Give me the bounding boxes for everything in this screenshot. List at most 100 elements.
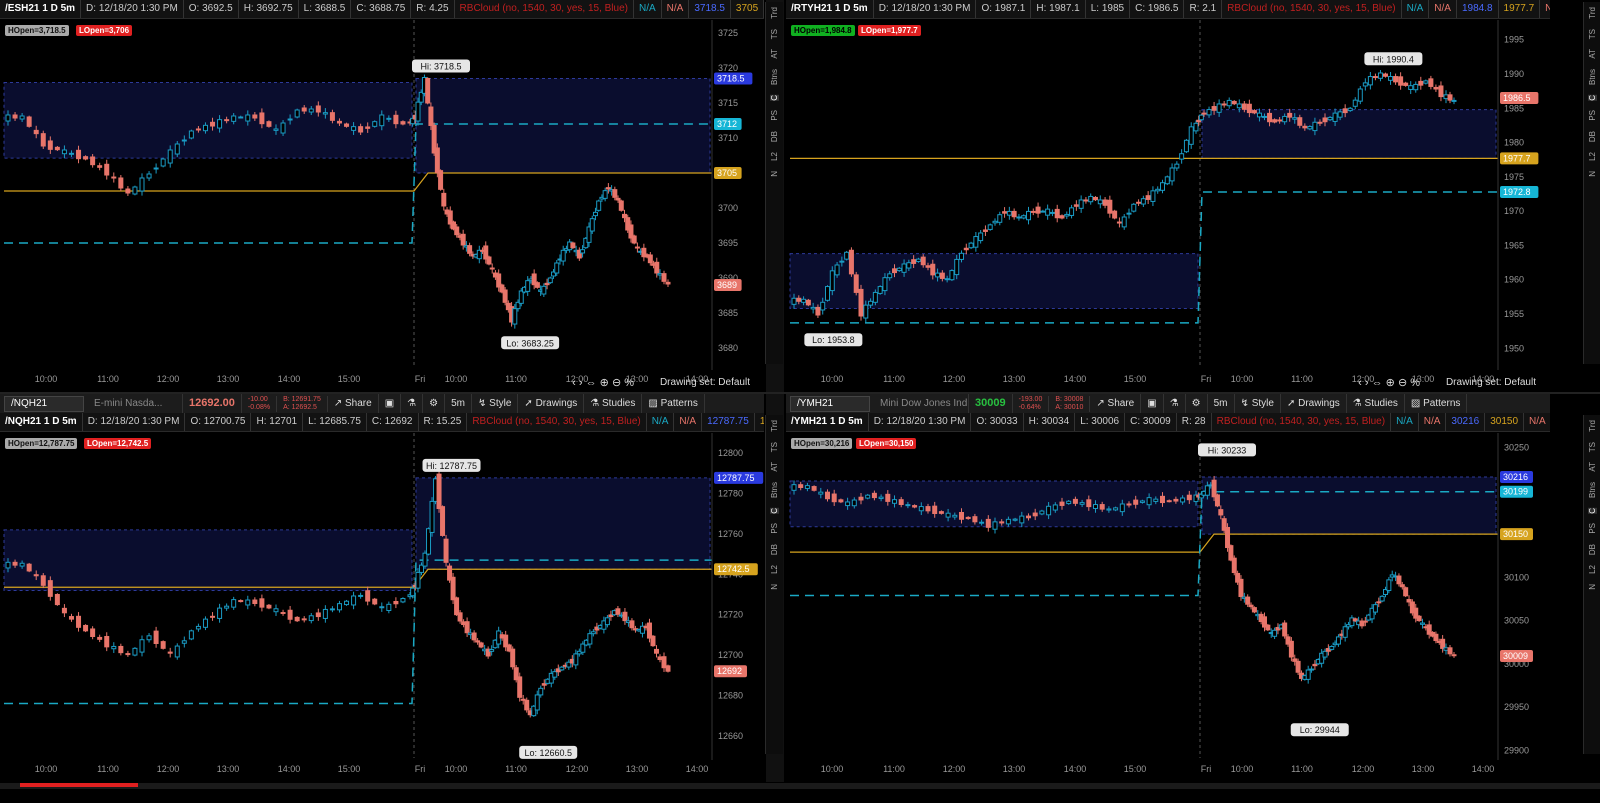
chart-symbol[interactable]: /ESH21 1 D 5m (0, 0, 82, 18)
candle (280, 609, 286, 616)
sidebar-tab-n[interactable]: N (1588, 584, 1597, 590)
sidebar-tab-at[interactable]: AT (1588, 462, 1597, 472)
symbol-selector[interactable]: /YMH21 (790, 395, 870, 412)
sidebar-tab-c[interactable]: C (770, 507, 779, 514)
ohlc-r: R: 2.1 (1184, 0, 1223, 18)
chart-pane-ym[interactable]: /YMH21 Mini Dow Jones Ind... 30009 -193.00-… (786, 394, 1550, 782)
sidebar-tab-c[interactable]: C (1588, 94, 1597, 101)
candle (1121, 214, 1127, 230)
flask-button[interactable]: ⚗ (1164, 394, 1186, 413)
share-button[interactable]: ↗ Share (1090, 394, 1142, 413)
sidebar-tab-ts[interactable]: TS (1588, 29, 1597, 39)
sidebar-tab-ts[interactable]: TS (770, 442, 779, 452)
candle (1438, 81, 1444, 102)
candle (40, 573, 46, 589)
style-menu[interactable]: ↯ Style (472, 394, 519, 413)
sidebar-tab-at[interactable]: AT (770, 462, 779, 472)
dock-button[interactable]: ▣ (379, 394, 402, 413)
y-axis-tick: 3685 (718, 308, 738, 318)
price-chart[interactable]: Hi: 12787.75 Lo: 12660.5 12800 12780 12760 12… (0, 433, 764, 782)
sidebar-tab-l2[interactable]: L2 (770, 565, 779, 574)
sidebar-tab-l2[interactable]: L2 (1588, 565, 1597, 574)
sidebar-tab-btns[interactable]: Btns (1588, 69, 1597, 85)
gear-button[interactable]: ⚙ (1186, 394, 1208, 413)
svg-text:30150: 30150 (1503, 529, 1528, 539)
sidebar-tab-c[interactable]: C (1588, 507, 1597, 514)
style-icon: ↯ (478, 398, 490, 409)
x-axis-tick: 14:00 (686, 764, 709, 774)
chart-symbol[interactable]: /YMH21 1 D 5m (786, 413, 869, 431)
chart-pane-rty[interactable]: /RTYH21 1 D 5m D: 12/18/20 1:30 PM O: 1987… (786, 0, 1550, 392)
candle (1357, 86, 1363, 105)
sidebar-tab-db[interactable]: DB (1588, 131, 1597, 142)
sidebar-tab-ps[interactable]: PS (1588, 523, 1597, 534)
price-chart[interactable]: Hi: 1990.4 Lo: 1953.8 1995 1990 1985 1980 1975… (786, 20, 1550, 392)
sidebar-tab-ps[interactable]: PS (770, 523, 779, 534)
svg-text:Hi: 1990.4: Hi: 1990.4 (1373, 54, 1414, 64)
studies-menu-label: Studies (602, 398, 636, 409)
drawing-set-label[interactable]: Drawing set: Default (1446, 377, 1536, 388)
price-tag: 12742.5 (714, 563, 758, 576)
chart-pane-nq[interactable]: /NQH21 E-mini Nasda... 12692.00 -10.00 -0.08… (0, 394, 764, 782)
chart-pane-es[interactable]: /ESH21 1 D 5m D: 12/18/20 1:30 PM O: 3692.… (0, 0, 764, 392)
studies-menu[interactable]: ⚗ Studies (1347, 394, 1405, 413)
patterns-menu[interactable]: ▨ Patterns (642, 394, 705, 413)
sidebar-tab-ts[interactable]: TS (1588, 442, 1597, 452)
style-menu[interactable]: ↯ Style (1235, 394, 1281, 413)
candle (541, 283, 547, 297)
y-axis-tick: 1995 (1504, 35, 1524, 45)
sidebar-tab-n[interactable]: N (1588, 171, 1597, 177)
chart-sidebar: Trd TS AT Btns C PS DB L2 N (765, 415, 783, 754)
sidebar-tab-c[interactable]: C (770, 94, 779, 101)
price-chart[interactable]: Hi: 30233Lo: 299443025030200301503010030… (786, 433, 1550, 782)
dock-button[interactable]: ▣ (1141, 394, 1164, 413)
sidebar-tab-ps[interactable]: PS (770, 110, 779, 121)
interval-selector-label: 5m (451, 398, 465, 409)
sidebar-tab-trd[interactable]: Trd (1588, 7, 1597, 19)
sidebar-tab-at[interactable]: AT (1588, 49, 1597, 59)
interval-selector[interactable]: 5m (1208, 394, 1235, 413)
horizontal-splitter[interactable] (0, 392, 1600, 394)
sidebar-tab-n[interactable]: N (770, 171, 779, 177)
sidebar-tab-l2[interactable]: L2 (1588, 152, 1597, 161)
sidebar-tab-db[interactable]: DB (770, 544, 779, 555)
candle (877, 285, 883, 295)
sidebar-tab-l2[interactable]: L2 (770, 152, 779, 161)
candle (1164, 175, 1170, 186)
drawing-set-label[interactable]: Drawing set: Default (660, 377, 750, 388)
flask-button[interactable]: ⚗ (401, 394, 424, 413)
sidebar-tab-n[interactable]: N (770, 584, 779, 590)
sidebar-tab-btns[interactable]: Btns (770, 482, 779, 498)
gear-button[interactable]: ⚙ (423, 394, 446, 413)
drawings-menu[interactable]: ➚ Drawings (518, 394, 585, 413)
patterns-menu[interactable]: ▨ Patterns (1405, 394, 1468, 413)
zoom-tools[interactable]: ‹ › ⇔ ⊕ ⊖ % (572, 376, 634, 389)
sidebar-tab-btns[interactable]: Btns (1588, 482, 1597, 498)
sidebar-tab-trd[interactable]: Trd (1588, 420, 1597, 432)
candle (1226, 97, 1232, 109)
sidebar-tab-btns[interactable]: Btns (770, 69, 779, 85)
sidebar-tab-at[interactable]: AT (770, 49, 779, 59)
share-button[interactable]: ↗ Share (328, 394, 379, 413)
sidebar-tab-db[interactable]: DB (1588, 544, 1597, 555)
sidebar-tab-db[interactable]: DB (770, 131, 779, 142)
lopen-value: 30150 (1485, 413, 1525, 431)
sidebar-tab-trd[interactable]: Trd (770, 420, 779, 432)
symbol-selector[interactable]: /NQH21 (4, 395, 84, 412)
sidebar-tab-ps[interactable]: PS (1588, 110, 1597, 121)
candle (992, 218, 998, 226)
interval-selector[interactable]: 5m (445, 394, 472, 413)
price-chart[interactable]: Hi: 3718.5 Lo: 3683.25 3725 3720 3715 3710 370… (0, 20, 764, 392)
svg-text:12692: 12692 (717, 666, 742, 676)
candle (1039, 509, 1045, 516)
chart-time: D: 12/18/20 1:30 PM (874, 0, 977, 18)
zoom-tools[interactable]: ‹ › ⇔ ⊕ ⊖ % (1358, 376, 1420, 389)
drawings-menu[interactable]: ➚ Drawings (1281, 394, 1347, 413)
chart-symbol[interactable]: /NQH21 1 D 5m (0, 413, 83, 431)
sidebar-tab-ts[interactable]: TS (770, 29, 779, 39)
studies-menu[interactable]: ⚗ Studies (584, 394, 643, 413)
sidebar-tab-trd[interactable]: Trd (770, 7, 779, 19)
chart-sidebar: Trd TS AT Btns C PS DB L2 N (765, 2, 783, 364)
candle (139, 173, 145, 196)
chart-symbol[interactable]: /RTYH21 1 D 5m (786, 0, 874, 18)
